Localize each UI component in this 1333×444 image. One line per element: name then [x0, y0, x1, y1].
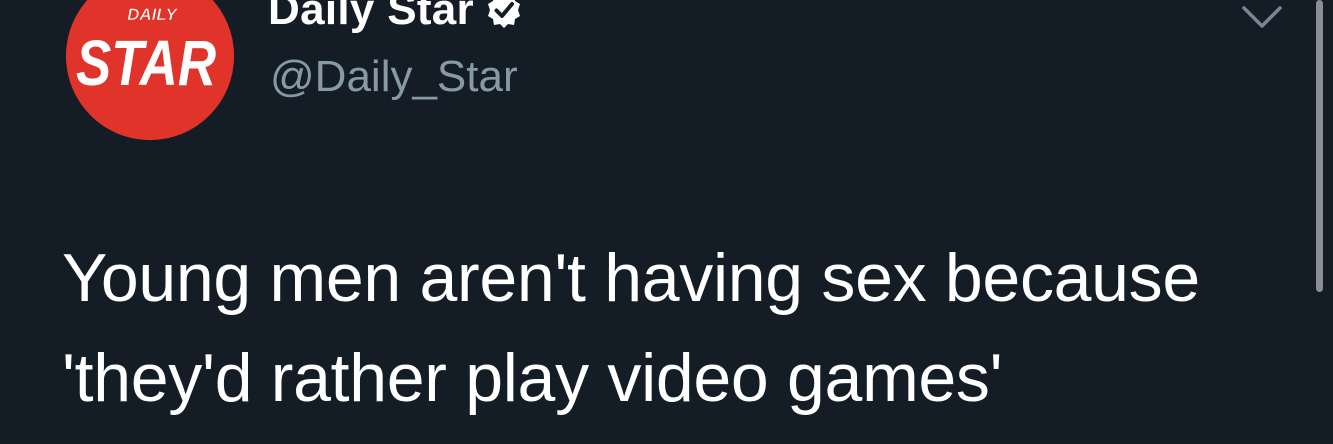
chevron-down-icon[interactable] [1240, 2, 1284, 32]
scrollbar-thumb[interactable] [1316, 0, 1323, 292]
logo-big-text: STAR [76, 27, 216, 99]
logo-small-text: DAILY [127, 5, 178, 24]
verified-badge-icon [487, 0, 520, 28]
display-name[interactable]: Daily Star [268, 0, 474, 35]
author-name-row: Daily Star [268, 0, 524, 38]
daily-star-logo-icon: DAILY STAR [66, 0, 234, 140]
author-handle[interactable]: @Daily_Star [270, 52, 518, 102]
tweet-text: Young men aren't having sex because 'the… [62, 228, 1282, 428]
tweet-text-line: Young men aren't having sex because [62, 240, 1200, 316]
avatar[interactable]: DAILY STAR [66, 0, 234, 140]
tweet-card: DAILY STAR Daily Star @Daily_Star Young … [0, 0, 1333, 444]
tweet-text-line: 'they'd rather play video games' [62, 340, 1003, 416]
